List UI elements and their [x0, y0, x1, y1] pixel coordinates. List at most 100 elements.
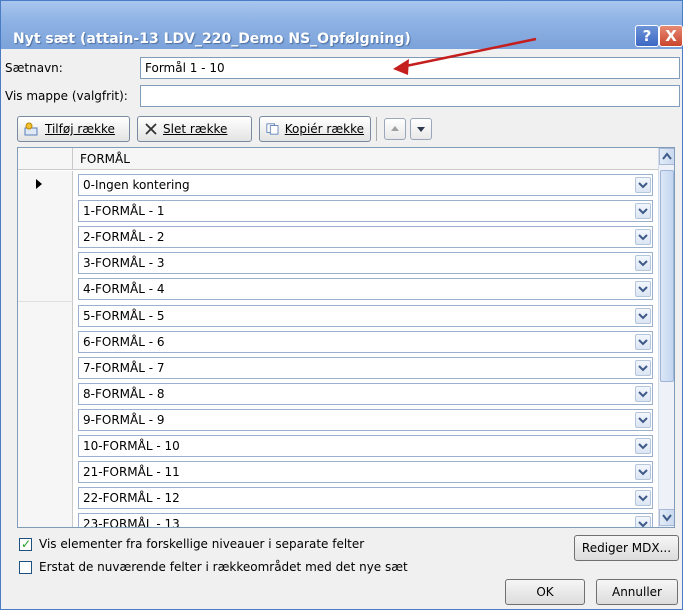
edit-mdx-button[interactable]: Rediger MDX... — [574, 535, 679, 561]
chevron-down-icon — [638, 417, 648, 424]
formal-combobox[interactable]: 3-FORMÅL - 3 — [78, 252, 653, 275]
formal-combobox[interactable]: 23-FORMÅL - 13 — [78, 513, 653, 527]
formal-combobox[interactable]: 6-FORMÅL - 6 — [78, 330, 653, 353]
cell-value: 1-FORMÅL - 1 — [83, 204, 165, 219]
replace-fields-checkbox[interactable] — [19, 561, 32, 574]
dropdown-button[interactable] — [635, 359, 651, 376]
dropdown-button[interactable] — [635, 177, 651, 193]
row-header[interactable] — [18, 223, 73, 251]
formal-combobox[interactable]: 0-Ingen kontering — [78, 174, 653, 196]
row-header[interactable] — [18, 484, 73, 512]
delete-row-label: Slet række — [163, 122, 228, 136]
row-header[interactable] — [18, 327, 73, 355]
dropdown-button[interactable] — [635, 438, 651, 454]
chevron-down-icon — [638, 234, 648, 241]
row-header[interactable] — [18, 353, 73, 381]
help-button[interactable]: ? — [635, 25, 659, 47]
table-row[interactable]: 8-FORMÅL - 8 — [18, 379, 658, 407]
add-row-button[interactable]: Tilføj række — [17, 116, 130, 142]
table-row[interactable]: 0-Ingen kontering — [18, 171, 658, 198]
table-row[interactable]: 21-FORMÅL - 11 — [18, 458, 658, 486]
add-row-icon — [24, 122, 38, 136]
ok-button[interactable]: OK — [505, 579, 585, 605]
table-row[interactable]: 2-FORMÅL - 2 — [18, 223, 658, 251]
formal-combobox[interactable]: 21-FORMÅL - 11 — [78, 461, 653, 484]
formal-combobox[interactable]: 1-FORMÅL - 1 — [78, 200, 653, 223]
toolbar-separator — [376, 117, 377, 141]
formal-combobox[interactable]: 22-FORMÅL - 12 — [78, 487, 653, 510]
add-row-label: Tilføj række — [45, 122, 115, 136]
delete-row-button[interactable]: Slet række — [137, 116, 252, 142]
formal-combobox[interactable]: 8-FORMÅL - 8 — [78, 382, 653, 405]
formal-combobox[interactable]: 10-FORMÅL - 10 — [78, 435, 653, 457]
scroll-down-button[interactable] — [659, 509, 674, 526]
cell-value: 7-FORMÅL - 7 — [83, 360, 165, 375]
dropdown-button[interactable] — [635, 385, 651, 402]
formal-combobox[interactable]: 4-FORMÅL - 4 — [78, 278, 653, 301]
table-row[interactable]: 10-FORMÅL - 10 — [18, 432, 658, 459]
chevron-down-icon — [638, 260, 648, 267]
move-down-button[interactable] — [410, 118, 432, 140]
cell-value: 0-Ingen kontering — [83, 178, 190, 192]
rows-grid: FORMÅL 0-Ingen kontering 1-FORMÅL - 1 2-FO… — [17, 147, 675, 528]
table-row[interactable]: 1-FORMÅL - 1 — [18, 197, 658, 225]
table-row[interactable]: 9-FORMÅL - 9 — [18, 405, 658, 433]
row-header[interactable] — [18, 405, 73, 433]
chevron-down-icon — [638, 182, 648, 189]
table-row[interactable]: 23-FORMÅL - 13 — [18, 510, 658, 527]
folder-input[interactable] — [140, 85, 680, 107]
row-header[interactable] — [18, 379, 73, 407]
grid-scrollbar[interactable] — [658, 148, 674, 527]
move-up-button[interactable] — [384, 118, 406, 140]
dropdown-button[interactable] — [635, 333, 651, 350]
column-header-formal: FORMÅL — [80, 152, 130, 166]
dropdown-button[interactable] — [635, 490, 651, 507]
scroll-up-button[interactable] — [659, 148, 674, 165]
formal-combobox[interactable]: 7-FORMÅL - 7 — [78, 356, 653, 379]
dropdown-button[interactable] — [635, 411, 651, 428]
annotation-arrow-icon — [393, 37, 537, 75]
help-icon: ? — [642, 27, 652, 45]
close-button[interactable]: X — [659, 25, 683, 47]
dropdown-button[interactable] — [635, 516, 651, 527]
row-header[interactable] — [18, 171, 73, 198]
table-row[interactable]: 7-FORMÅL - 7 — [18, 353, 658, 381]
dropdown-button[interactable] — [635, 203, 651, 220]
table-row[interactable]: 3-FORMÅL - 3 — [18, 249, 658, 277]
cell-value: 4-FORMÅL - 4 — [83, 282, 165, 297]
copy-row-button[interactable]: Kopiér række — [259, 116, 371, 142]
cell-value: 6-FORMÅL - 6 — [83, 334, 165, 349]
scroll-thumb[interactable] — [660, 170, 674, 382]
cell-value: 2-FORMÅL - 2 — [83, 230, 165, 245]
copy-row-label: Kopiér række — [284, 122, 364, 136]
row-header[interactable] — [18, 249, 73, 277]
dropdown-button[interactable] — [635, 281, 651, 298]
chevron-down-icon — [638, 286, 648, 293]
dropdown-button[interactable] — [635, 229, 651, 246]
separate-fields-checkbox[interactable]: ✓ — [19, 537, 32, 551]
table-row[interactable]: 4-FORMÅL - 4 — [18, 275, 658, 303]
dropdown-button[interactable] — [635, 307, 651, 324]
chevron-down-icon — [638, 495, 648, 502]
chevron-down-icon — [638, 364, 648, 372]
table-row[interactable]: 22-FORMÅL - 12 — [18, 484, 658, 512]
formal-combobox[interactable]: 5-FORMÅL - 5 — [78, 304, 653, 327]
chevron-down-icon — [662, 514, 672, 522]
row-header[interactable] — [18, 275, 73, 303]
table-row[interactable]: 5-FORMÅL - 5 — [18, 301, 658, 329]
row-header[interactable] — [18, 197, 73, 225]
chevron-down-icon — [638, 391, 648, 398]
row-header[interactable] — [18, 301, 73, 329]
table-row[interactable]: 6-FORMÅL - 6 — [18, 327, 658, 355]
row-header[interactable] — [18, 510, 73, 527]
checkmark-icon: ✓ — [21, 537, 32, 551]
formal-combobox[interactable]: 2-FORMÅL - 2 — [78, 226, 653, 249]
row-header[interactable] — [18, 432, 73, 459]
cancel-button[interactable]: Annuller — [596, 579, 678, 605]
cell-value: 10-FORMÅL - 10 — [83, 439, 180, 453]
formal-combobox[interactable]: 9-FORMÅL - 9 — [78, 408, 653, 431]
close-icon: X — [665, 27, 677, 45]
dropdown-button[interactable] — [635, 255, 651, 272]
row-header[interactable] — [18, 458, 73, 486]
dropdown-button[interactable] — [635, 464, 651, 481]
